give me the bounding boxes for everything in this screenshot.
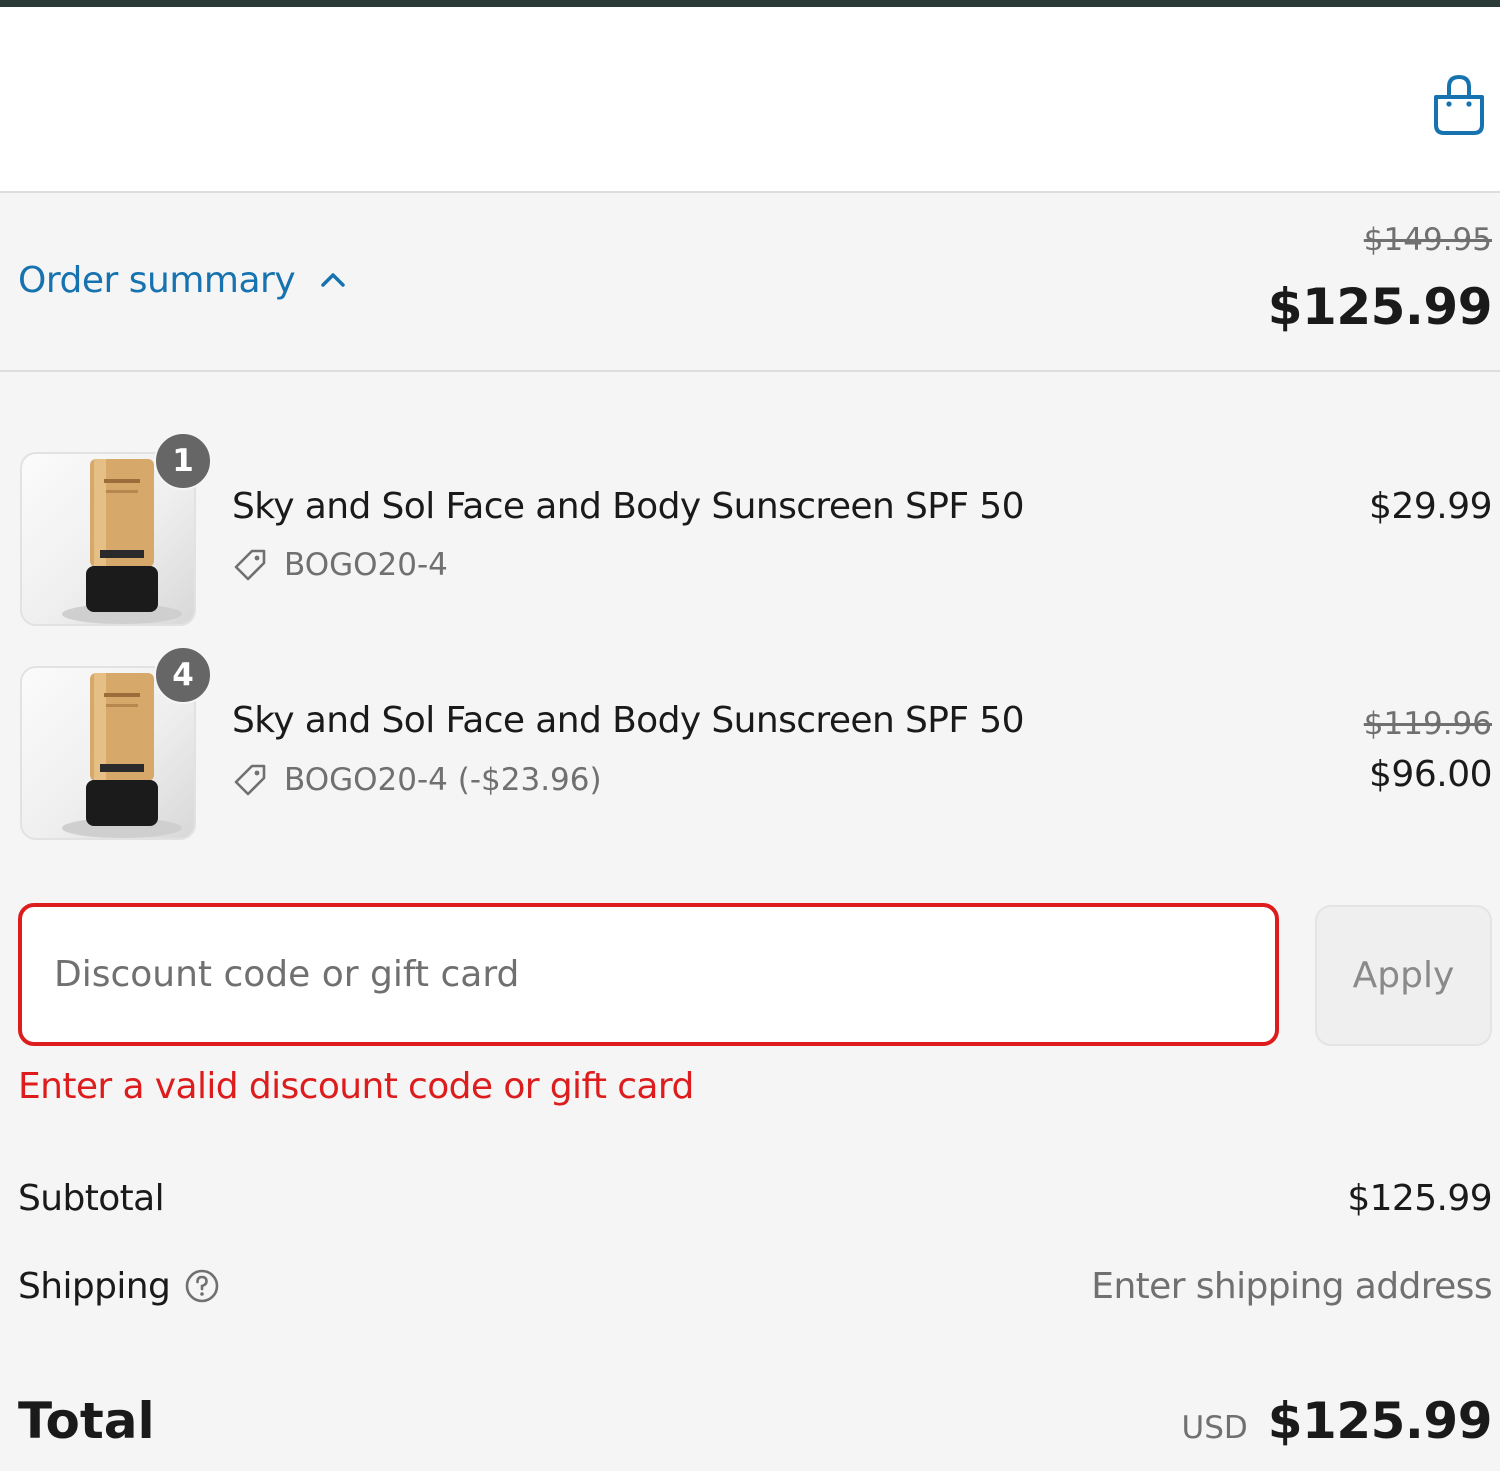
item-title: Sky and Sol Face and Body Sunscreen SPF …	[232, 700, 1025, 741]
tag-icon	[234, 764, 266, 796]
total-amount: USD $125.99	[1181, 1392, 1493, 1450]
quantity-badge: 4	[154, 646, 212, 704]
summary-compare-total: $149.95	[1363, 222, 1492, 258]
chevron-up-icon	[321, 273, 345, 287]
shipping-label: Shipping	[18, 1266, 171, 1307]
shipping-row-label: Shipping	[18, 1266, 220, 1307]
shipping-value: Enter shipping address	[1091, 1266, 1492, 1307]
quantity-badge: 1	[154, 432, 212, 490]
header	[0, 7, 1500, 193]
shopping-bag-icon[interactable]	[1430, 73, 1488, 137]
item-discount: BOGO20-4 (-$23.96)	[232, 762, 602, 798]
line-item: 4 Sky and Sol Face and Body Sunscreen SP…	[0, 646, 1500, 840]
top-strip	[0, 0, 1500, 7]
item-title: Sky and Sol Face and Body Sunscreen SPF …	[232, 486, 1025, 527]
discount-error-message: Enter a valid discount code or gift card	[18, 1066, 694, 1107]
order-summary-toggle[interactable]: Order summary	[18, 258, 347, 302]
discount-code-label: BOGO20-4	[284, 547, 448, 583]
help-icon[interactable]	[184, 1268, 220, 1304]
currency-code: USD	[1181, 1410, 1248, 1446]
total-label: Total	[18, 1392, 155, 1450]
discount-code-label: BOGO20-4 (-$23.96)	[284, 762, 602, 798]
item-discount: BOGO20-4	[232, 547, 448, 583]
subtotal-value: $125.99	[1347, 1178, 1492, 1219]
checkout-page: Order summary $149.95 $125.99 1 Sky and …	[0, 0, 1500, 1471]
item-price: $96.00	[1369, 754, 1492, 795]
total-value: $125.99	[1267, 1392, 1493, 1450]
item-compare-price: $119.96	[1363, 706, 1492, 742]
summary-total: $125.99	[1267, 278, 1493, 336]
apply-button[interactable]: Apply	[1315, 905, 1492, 1046]
line-item: 1 Sky and Sol Face and Body Sunscreen SP…	[0, 432, 1500, 626]
discount-code-input[interactable]	[18, 903, 1279, 1046]
order-summary-label: Order summary	[18, 259, 296, 301]
subtotal-label: Subtotal	[18, 1178, 165, 1219]
item-price: $29.99	[1369, 486, 1492, 527]
tag-icon	[234, 549, 266, 581]
